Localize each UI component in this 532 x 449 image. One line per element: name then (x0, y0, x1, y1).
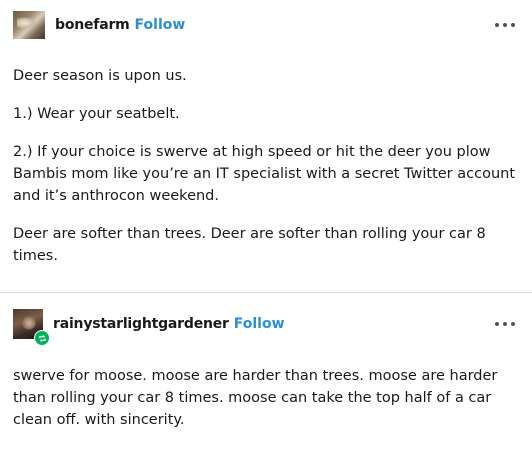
post-header: bonefarm Follow (13, 11, 185, 39)
post-body: Deer season is upon us. 1.) Wear your se… (13, 65, 521, 267)
follow-button[interactable]: Follow (234, 316, 285, 332)
follow-button[interactable]: Follow (135, 17, 186, 33)
blog-name[interactable]: rainystarlightgardener (53, 316, 229, 332)
post-bonefarm: bonefarm Follow Deer season is upon us. … (0, 0, 532, 292)
ellipsis-icon[interactable] (495, 316, 515, 332)
post-paragraph: 2.) If your choice is swerve at high spe… (13, 144, 516, 204)
post-rainystarlightgardener: rainystarlightgardener Follow swerve for… (0, 293, 532, 449)
dot (511, 23, 515, 27)
post-header: rainystarlightgardener Follow (13, 309, 285, 346)
dot (511, 322, 515, 326)
reblog-icon (34, 330, 50, 346)
avatar[interactable] (13, 11, 45, 39)
avatar[interactable] (13, 309, 50, 346)
ellipsis-icon[interactable] (495, 17, 515, 33)
dot (495, 23, 499, 27)
reblog-glyph (38, 334, 46, 342)
post-paragraph: Deer season is upon us. (13, 68, 187, 84)
post-paragraph: Deer are softer than trees. Deer are sof… (13, 226, 486, 264)
dot (503, 322, 507, 326)
blog-name[interactable]: bonefarm (55, 17, 130, 33)
post-paragraph: swerve for moose. moose are harder than … (13, 368, 498, 428)
post-paragraph: 1.) Wear your seatbelt. (13, 106, 180, 122)
post-body: swerve for moose. moose are harder than … (13, 365, 521, 431)
dot (495, 322, 499, 326)
dot (503, 23, 507, 27)
